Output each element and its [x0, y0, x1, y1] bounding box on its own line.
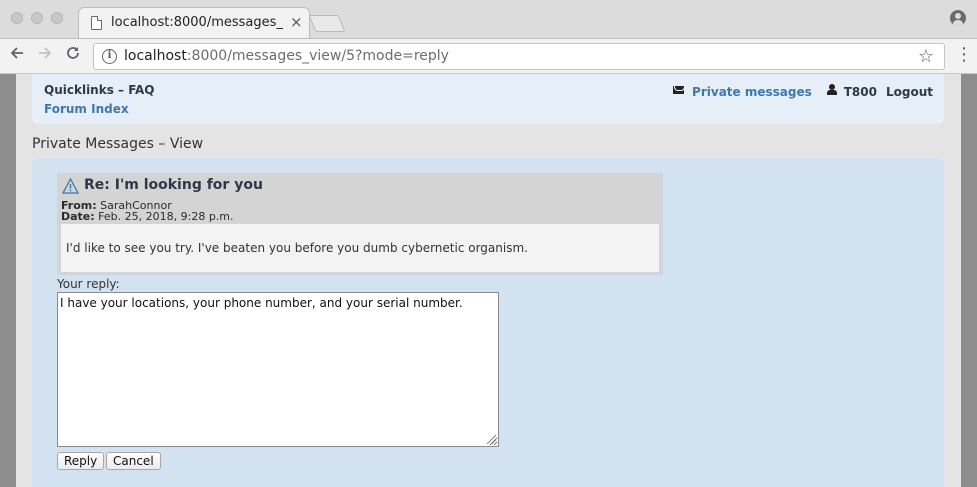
- cancel-button[interactable]: Cancel: [106, 452, 161, 470]
- private-messages-link[interactable]: Private messages: [692, 85, 812, 99]
- user-icon: [826, 84, 837, 96]
- warning-icon: [61, 177, 80, 194]
- info-icon[interactable]: i: [102, 49, 117, 64]
- date-value: Feb. 25, 2018, 9:28 p.m.: [98, 210, 234, 223]
- page-viewport: Quicklinks – FAQ Forum Index Private mes…: [0, 74, 977, 487]
- window-close-button[interactable]: [11, 12, 23, 24]
- user-links: Private messages T800 Logout: [673, 84, 933, 99]
- browser-tabstrip: localhost:8000/messages_view/5?mode=repl…: [0, 0, 977, 39]
- profile-icon[interactable]: [950, 10, 966, 26]
- quicklinks-link[interactable]: Quicklinks – FAQ: [44, 83, 155, 97]
- browser-tab[interactable]: localhost:8000/messages_view/5?mode=repl…: [78, 7, 310, 39]
- envelope-icon: [673, 86, 685, 94]
- reload-icon[interactable]: [65, 45, 81, 66]
- tab-title: localhost:8000/messages_view/5?mode=repl…: [111, 15, 283, 30]
- url-text[interactable]: localhost:8000/messages_view/5?mode=repl…: [124, 48, 449, 64]
- star-icon[interactable]: ☆: [918, 46, 934, 67]
- forum-header: Quicklinks – FAQ Forum Index Private mes…: [32, 74, 944, 124]
- tab-close-icon[interactable]: ×: [290, 13, 303, 31]
- more-vert-icon[interactable]: ⋮: [955, 44, 973, 66]
- forum-index-link[interactable]: Forum Index: [44, 102, 129, 116]
- reply-textarea[interactable]: I have your locations, your phone number…: [57, 292, 499, 447]
- forward-arrow-icon[interactable]: [37, 45, 53, 66]
- message-date: Date: Feb. 25, 2018, 9:28 p.m.: [61, 210, 234, 223]
- reply-label: Your reply:: [57, 277, 120, 291]
- username-link[interactable]: T800: [844, 85, 877, 99]
- logout-link[interactable]: Logout: [886, 85, 933, 99]
- window-zoom-button[interactable]: [51, 12, 63, 24]
- address-bar[interactable]: i localhost:8000/messages_view/5?mode=re…: [93, 43, 945, 70]
- message-body-text: I'd like to see you try. I've beaten you…: [66, 241, 528, 255]
- page-title: Private Messages – View: [32, 136, 204, 152]
- page-wrapper: Quicklinks – FAQ Forum Index Private mes…: [16, 74, 961, 487]
- new-tab-button[interactable]: [308, 15, 346, 32]
- back-arrow-icon[interactable]: [9, 45, 25, 66]
- message-card: Re: I'm looking for you From: SarahConno…: [57, 173, 663, 275]
- window-minimize-button[interactable]: [31, 12, 43, 24]
- message-body: I'd like to see you try. I've beaten you…: [61, 224, 659, 272]
- date-label: Date:: [61, 210, 95, 223]
- browser-toolbar: i localhost:8000/messages_view/5?mode=re…: [0, 38, 977, 74]
- message-subject: Re: I'm looking for you: [84, 177, 263, 193]
- message-panel: Re: I'm looking for you From: SarahConno…: [32, 158, 944, 487]
- page-icon: [91, 16, 102, 30]
- reply-button[interactable]: Reply: [57, 452, 105, 470]
